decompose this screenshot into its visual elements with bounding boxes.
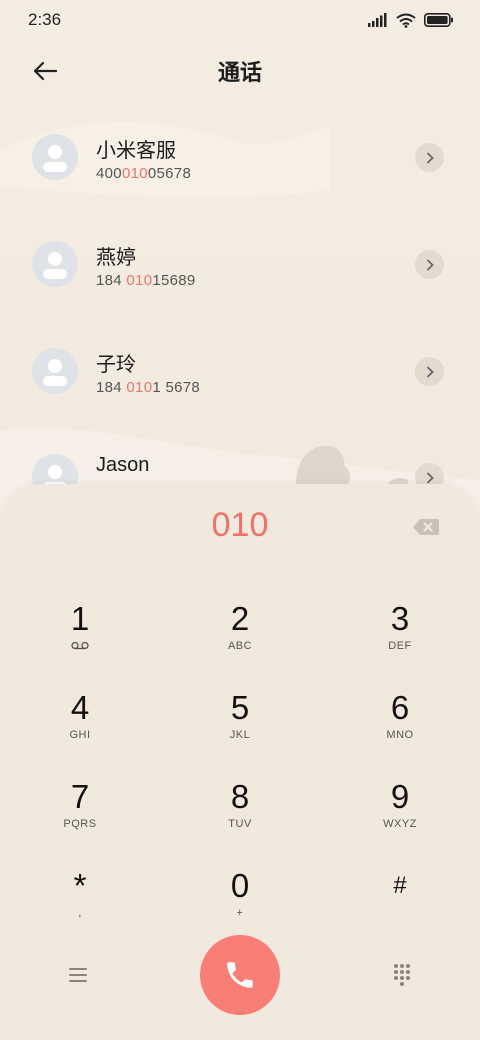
key-0[interactable]: 0 + [180, 866, 300, 936]
contact-name: 小米客服 [96, 138, 176, 162]
avatar [32, 241, 78, 287]
contact-detail-button[interactable] [415, 143, 444, 172]
contact-item[interactable]: 子玲 184 0101 5678 [0, 317, 480, 423]
key-3[interactable]: 3 DEF [340, 599, 460, 669]
key-6[interactable]: 6 MNO [340, 688, 460, 758]
dialpad-toggle-button[interactable] [390, 962, 414, 986]
key-1[interactable]: 1 [20, 599, 140, 669]
contact-name: 子玲 [96, 352, 136, 376]
key-9[interactable]: 9 WXYZ [340, 777, 460, 847]
contact-item[interactable]: 燕婷 184 01015689 [0, 210, 480, 316]
key-hash[interactable]: # [340, 866, 460, 936]
back-arrow-icon [33, 61, 58, 81]
key-5[interactable]: 5 JKL [180, 688, 300, 758]
chevron-right-icon [426, 472, 434, 483]
contact-name: 燕婷 [96, 245, 136, 269]
wifi-icon [396, 13, 416, 28]
status-bar: 2:36 [0, 0, 480, 40]
contact-detail-button[interactable] [415, 357, 444, 386]
back-button[interactable] [28, 56, 62, 86]
chevron-right-icon [426, 259, 434, 270]
signal-icon [368, 13, 387, 27]
contact-number: 40001005678 [96, 165, 192, 182]
menu-button[interactable] [66, 964, 90, 986]
contact-item[interactable]: 小米客服 40001005678 [0, 104, 480, 210]
dialed-number[interactable]: 010 [0, 506, 480, 545]
avatar [32, 348, 78, 394]
contact-name: Jason [96, 454, 150, 476]
key-star[interactable]: * , [20, 866, 140, 936]
dialpad-sheet: 010 1 2 ABC 3 DEF 4 GHI 5 JKL 6 MNO 7 PQ… [0, 484, 480, 1040]
key-4[interactable]: 4 GHI [20, 688, 140, 758]
voicemail-icon [71, 641, 89, 650]
key-2[interactable]: 2 ABC [180, 599, 300, 669]
battery-icon [424, 13, 453, 27]
key-7[interactable]: 7 PQRS [20, 777, 140, 847]
call-button[interactable] [200, 935, 280, 1015]
contact-number: 184 0101 5678 [96, 379, 201, 396]
chevron-right-icon [426, 366, 434, 377]
menu-icon [69, 968, 87, 982]
phone-icon [227, 962, 253, 988]
contact-number: 184 01015689 [96, 272, 196, 289]
page-title: 通话 [217, 61, 262, 86]
contact-detail-button[interactable] [415, 250, 444, 279]
chevron-right-icon [426, 152, 434, 163]
status-icons [368, 13, 454, 28]
avatar [32, 134, 78, 180]
header: 通话 [0, 40, 480, 102]
backspace-icon [413, 519, 439, 535]
key-8[interactable]: 8 TUV [180, 777, 300, 847]
dialpad-icon [394, 964, 410, 986]
status-time: 2:36 [28, 10, 62, 29]
backspace-button[interactable] [412, 518, 440, 536]
